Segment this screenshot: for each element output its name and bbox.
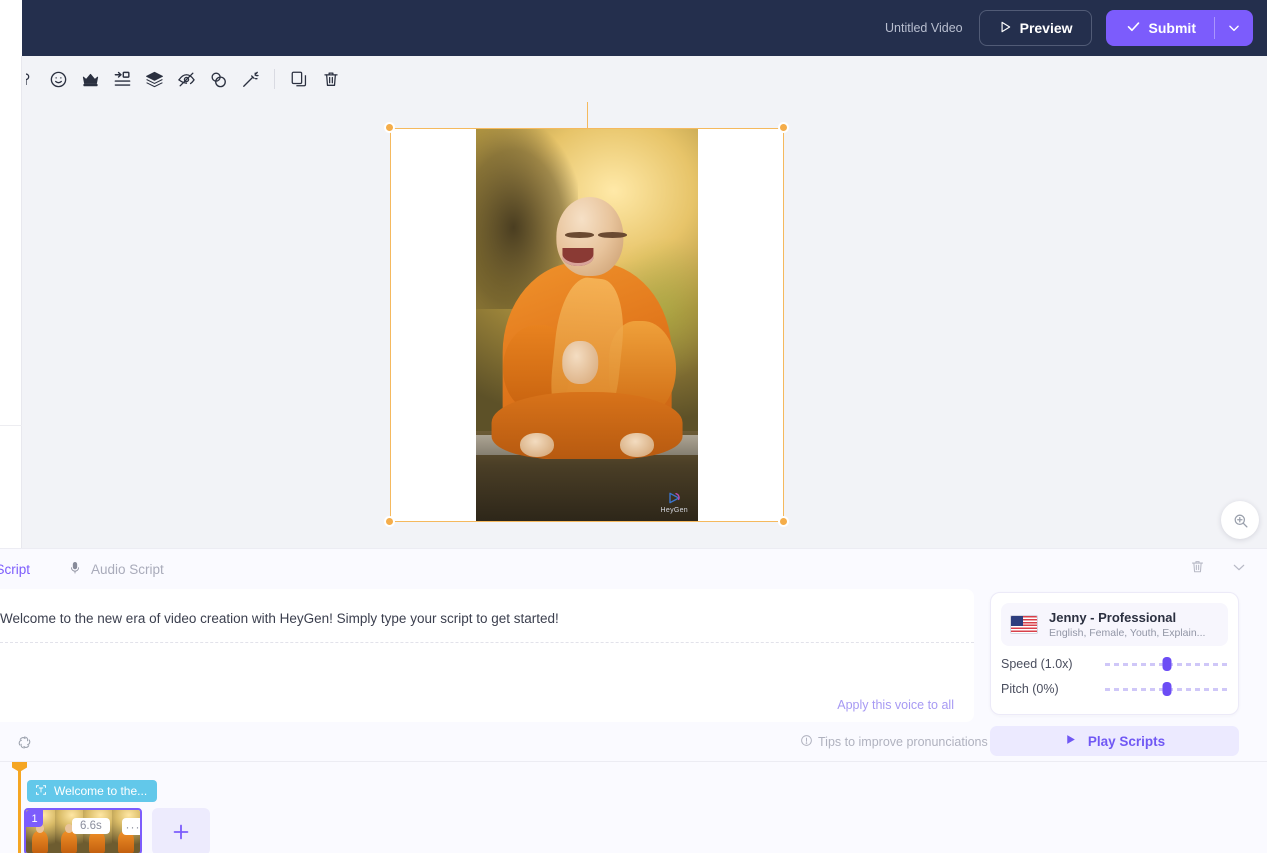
submit-dropdown-button[interactable] — [1215, 10, 1253, 46]
editor-canvas[interactable]: HeyGen — [22, 102, 1267, 548]
toolbar-left-stub — [0, 56, 22, 102]
play-outline-icon — [998, 20, 1012, 37]
selection-handle-top-right[interactable] — [778, 122, 789, 133]
heygen-video-editor: Untitled Video Preview Submit — [0, 0, 1267, 853]
apply-voice-to-all-link[interactable]: Apply this voice to all — [837, 698, 954, 712]
header-left-stub — [0, 0, 22, 56]
caption-track-item[interactable]: Welcome to the... — [27, 780, 157, 802]
document-title[interactable]: Untitled Video — [885, 21, 963, 35]
clip-index-badge: 1 — [26, 810, 43, 827]
selection-handle-top-left[interactable] — [384, 122, 395, 133]
duplicate-icon[interactable] — [283, 63, 315, 95]
submit-button-group: Submit — [1106, 10, 1253, 46]
check-icon — [1126, 19, 1141, 37]
selection-handle-bottom-left[interactable] — [384, 516, 395, 527]
chevron-down-icon — [1227, 21, 1241, 35]
speed-slider-thumb[interactable] — [1162, 657, 1171, 671]
partial-icon[interactable] — [26, 63, 42, 95]
element-toolbar — [22, 56, 1267, 102]
preview-button[interactable]: Preview — [979, 10, 1092, 46]
trash-icon[interactable] — [315, 63, 347, 95]
chevron-down-icon — [1231, 559, 1247, 575]
pitch-slider-thumb[interactable] — [1162, 682, 1171, 696]
pronunciation-tips-link[interactable]: Tips to improve pronunciations — [800, 722, 988, 762]
speed-slider[interactable] — [1105, 663, 1228, 666]
selection-rotate-line — [587, 102, 588, 129]
voice-settings-card: Jenny - Professional English, Female, Yo… — [990, 592, 1239, 715]
selection-frame — [390, 128, 784, 522]
preview-button-label: Preview — [1020, 20, 1073, 36]
add-scene-button[interactable] — [152, 808, 210, 853]
zoom-in-icon — [1232, 512, 1249, 529]
voice-meta: English, Female, Youth, Explain... — [1049, 627, 1205, 639]
timeline-playhead-knob[interactable] — [12, 762, 27, 772]
voice-info: Jenny - Professional English, Female, Yo… — [1049, 610, 1205, 639]
script-editor[interactable]: Welcome to the new era of video creation… — [0, 589, 974, 722]
selection-handle-bottom-right[interactable] — [778, 516, 789, 527]
speed-slider-row: Speed (1.0x) — [1001, 657, 1228, 671]
align-icon[interactable] — [106, 63, 138, 95]
timeline-scene-clip[interactable]: 1 6.6s ··· — [24, 808, 142, 853]
play-scripts-button[interactable]: Play Scripts — [990, 726, 1239, 756]
shapes-icon[interactable] — [202, 63, 234, 95]
emoji-smile-icon[interactable] — [42, 63, 74, 95]
layers-icon[interactable] — [138, 63, 170, 95]
script-tabs: t Script Audio Script — [0, 549, 1267, 589]
clip-duration-badge[interactable]: 6.6s — [72, 818, 110, 834]
app-header: Untitled Video Preview Submit — [22, 0, 1267, 56]
timeline[interactable]: Welcome to the... 1 6.6s ··· — [0, 761, 1267, 853]
clip-more-button[interactable]: ··· — [122, 818, 142, 835]
tab-text-script[interactable]: t Script — [0, 562, 30, 577]
left-sidebar-panel — [0, 102, 22, 548]
tab-audio-script[interactable]: Audio Script — [68, 560, 164, 579]
submit-button[interactable]: Submit — [1106, 10, 1214, 46]
tab-audio-script-label: Audio Script — [91, 562, 164, 577]
pronunciation-tips-label: Tips to improve pronunciations — [818, 735, 988, 749]
play-filled-icon — [1064, 733, 1077, 749]
toolbar-divider — [274, 69, 275, 89]
text-frame-icon — [35, 784, 47, 799]
script-collapse-button[interactable] — [1231, 559, 1247, 580]
pitch-label: Pitch (0%) — [1001, 682, 1105, 696]
script-tabs-actions — [1190, 549, 1247, 589]
voice-name: Jenny - Professional — [1049, 610, 1205, 625]
swirl-icon[interactable] — [16, 734, 33, 751]
us-flag-icon — [1010, 615, 1038, 634]
eye-off-icon[interactable] — [170, 63, 202, 95]
pitch-slider[interactable] — [1105, 688, 1228, 691]
magic-wand-icon[interactable] — [234, 63, 266, 95]
pitch-slider-row: Pitch (0%) — [1001, 682, 1228, 696]
voice-selector[interactable]: Jenny - Professional English, Female, Yo… — [1001, 603, 1228, 646]
speed-label: Speed (1.0x) — [1001, 657, 1105, 671]
play-scripts-label: Play Scripts — [1088, 734, 1165, 749]
microphone-icon — [68, 560, 82, 579]
flag-canton — [1011, 616, 1023, 626]
script-divider — [0, 642, 974, 643]
sidebar-divider — [0, 425, 22, 426]
info-icon — [800, 734, 813, 750]
zoom-in-button[interactable] — [1221, 501, 1259, 539]
script-text-value[interactable]: Welcome to the new era of video creation… — [0, 609, 954, 629]
plus-icon — [170, 821, 192, 843]
caption-track-label: Welcome to the... — [54, 784, 147, 798]
trash-icon — [1190, 559, 1205, 574]
submit-button-label: Submit — [1149, 20, 1196, 36]
script-delete-button[interactable] — [1190, 559, 1205, 579]
crown-icon[interactable] — [74, 63, 106, 95]
timeline-playhead[interactable] — [18, 762, 21, 853]
